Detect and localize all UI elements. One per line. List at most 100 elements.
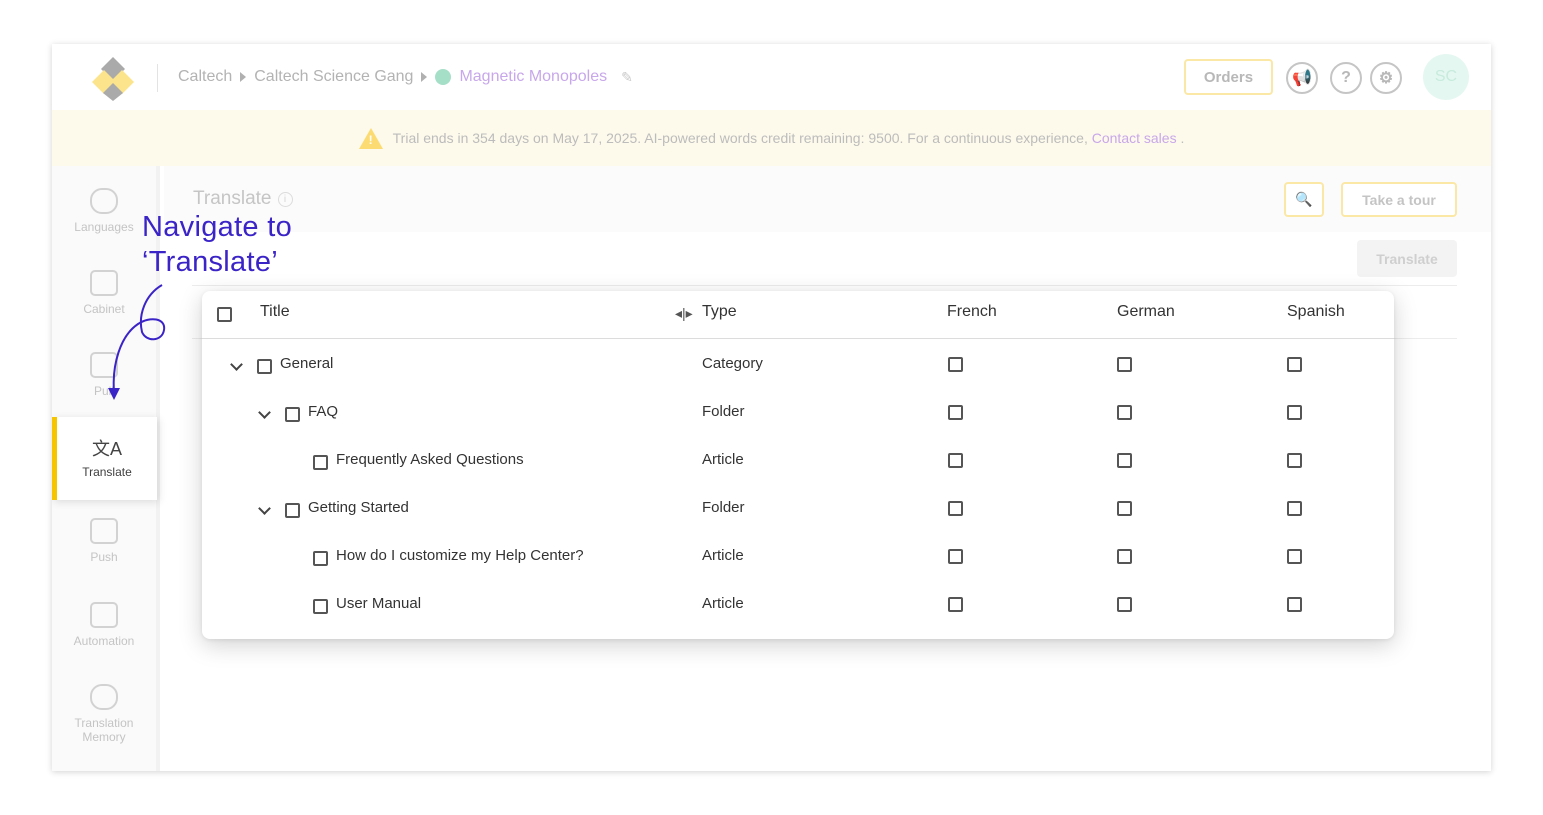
german-checkbox[interactable] <box>1117 405 1132 420</box>
divider <box>192 285 1457 286</box>
take-tour-button[interactable]: Take a tour <box>1341 182 1457 217</box>
sidebar-item-label: Translate <box>82 464 132 479</box>
app-logo[interactable] <box>90 55 136 101</box>
annotation-callout: Navigate to ‘Translate’ <box>142 210 292 280</box>
row-checkbox[interactable] <box>257 359 272 374</box>
row-type: Article <box>702 547 744 564</box>
table-row: Getting Started Folder <box>202 488 1394 536</box>
annotation-line-1: Navigate to <box>142 211 292 243</box>
row-title: How do I customize my Help Center? <box>336 547 584 564</box>
user-avatar[interactable]: SC <box>1423 54 1469 100</box>
german-checkbox[interactable] <box>1117 453 1132 468</box>
french-checkbox[interactable] <box>948 453 963 468</box>
sidebar-item-label: Automation <box>73 634 135 648</box>
table-row: How do I customize my Help Center? Artic… <box>202 536 1394 584</box>
contact-sales-link[interactable]: Contact sales <box>1092 130 1177 146</box>
spanish-checkbox[interactable] <box>1287 597 1302 612</box>
breadcrumb-project[interactable]: Magnetic Monopoles <box>459 68 607 86</box>
table-row: General Category <box>202 344 1394 392</box>
column-german[interactable]: German <box>1117 303 1175 321</box>
german-checkbox[interactable] <box>1117 501 1132 516</box>
project-icon <box>435 69 452 85</box>
row-type: Folder <box>702 499 745 516</box>
warning-icon: ! <box>358 127 383 149</box>
select-all-checkbox[interactable] <box>217 307 232 322</box>
sidebar-item-label: Push <box>90 550 118 564</box>
sidebar-item-translate[interactable]: 文A Translate <box>52 417 157 500</box>
sidebar-item-label: Languages <box>74 220 134 234</box>
column-french[interactable]: French <box>947 303 997 321</box>
french-checkbox[interactable] <box>948 405 963 420</box>
top-bar: Caltech Caltech Science Gang Magnetic Mo… <box>52 44 1491 110</box>
row-title: FAQ <box>308 403 339 420</box>
german-checkbox[interactable] <box>1117 549 1132 564</box>
breadcrumb-team[interactable]: Caltech Science Gang <box>254 68 413 86</box>
orders-button[interactable]: Orders <box>1184 59 1273 95</box>
trial-text: Trial ends in 354 days on May 17, 2025. … <box>392 130 1185 146</box>
french-checkbox[interactable] <box>948 357 963 372</box>
spanish-checkbox[interactable] <box>1287 549 1302 564</box>
translate-table-card: Title ◂|▸ Type French German Spanish Gen… <box>202 291 1394 639</box>
french-checkbox[interactable] <box>948 597 963 612</box>
column-spanish[interactable]: Spanish <box>1287 303 1345 321</box>
search-icon: 🔍 <box>1295 191 1313 207</box>
row-checkbox[interactable] <box>285 407 300 422</box>
page-header: Translate i 🔍 Take a tour <box>164 166 1491 232</box>
row-title: Frequently Asked Questions <box>336 451 524 468</box>
annotation-line-2: ‘Translate’ <box>142 246 278 278</box>
edit-pencil-icon[interactable]: ✎ <box>621 69 633 86</box>
automation-icon <box>90 602 118 628</box>
chevron-down-icon[interactable] <box>258 502 271 515</box>
breadcrumb: Caltech Caltech Science Gang Magnetic Mo… <box>178 66 633 88</box>
row-checkbox[interactable] <box>313 599 328 614</box>
help-icon[interactable]: ? <box>1330 62 1362 94</box>
column-type[interactable]: Type <box>702 303 737 321</box>
push-icon <box>90 518 118 544</box>
table-row: Frequently Asked Questions Article <box>202 440 1394 488</box>
row-title: Getting Started <box>308 499 409 516</box>
column-title[interactable]: Title <box>260 303 290 321</box>
row-type: Category <box>702 355 763 372</box>
row-type: Folder <box>702 403 745 420</box>
translate-button[interactable]: Translate <box>1357 240 1457 277</box>
german-checkbox[interactable] <box>1117 357 1132 372</box>
settings-gear-icon[interactable]: ⚙ <box>1370 62 1402 94</box>
search-button[interactable]: 🔍 <box>1284 182 1324 217</box>
annotation-arrow <box>108 284 166 400</box>
spanish-checkbox[interactable] <box>1287 453 1302 468</box>
table-row: FAQ Folder <box>202 392 1394 440</box>
chevron-down-icon[interactable] <box>258 406 271 419</box>
row-checkbox[interactable] <box>285 503 300 518</box>
row-title: General <box>280 355 334 372</box>
caret-right-icon <box>421 72 428 82</box>
row-checkbox[interactable] <box>313 551 328 566</box>
row-type: Article <box>702 595 744 612</box>
info-icon[interactable]: i <box>277 192 293 207</box>
sidebar-item-translation-memory[interactable]: Translation Memory <box>52 684 156 744</box>
breadcrumb-org[interactable]: Caltech <box>178 68 232 86</box>
sidebar-item-label: Translation Memory <box>74 716 134 744</box>
french-checkbox[interactable] <box>948 501 963 516</box>
translate-icon: 文A <box>91 438 122 459</box>
header-divider <box>157 64 158 92</box>
spanish-checkbox[interactable] <box>1287 501 1302 516</box>
column-resize-icon[interactable]: ◂|▸ <box>675 305 693 322</box>
spanish-checkbox[interactable] <box>1287 405 1302 420</box>
row-type: Article <box>702 451 744 468</box>
chevron-down-icon[interactable] <box>230 358 243 371</box>
caret-right-icon <box>240 72 247 82</box>
german-checkbox[interactable] <box>1117 597 1132 612</box>
announcements-icon[interactable]: 📢 <box>1286 62 1318 94</box>
page-title: Translate i <box>193 188 293 210</box>
spanish-checkbox[interactable] <box>1287 357 1302 372</box>
french-checkbox[interactable] <box>948 549 963 564</box>
languages-icon <box>90 188 118 214</box>
sidebar-item-push[interactable]: Push <box>52 518 156 564</box>
sidebar-item-automation[interactable]: Automation <box>52 602 156 648</box>
row-title: User Manual <box>336 595 422 612</box>
table-header: Title ◂|▸ Type French German Spanish <box>202 291 1394 339</box>
trial-banner: ! Trial ends in 354 days on May 17, 2025… <box>52 110 1491 166</box>
translation-memory-icon <box>90 684 118 710</box>
sidebar-item-languages[interactable]: Languages <box>52 188 156 234</box>
row-checkbox[interactable] <box>313 455 328 470</box>
